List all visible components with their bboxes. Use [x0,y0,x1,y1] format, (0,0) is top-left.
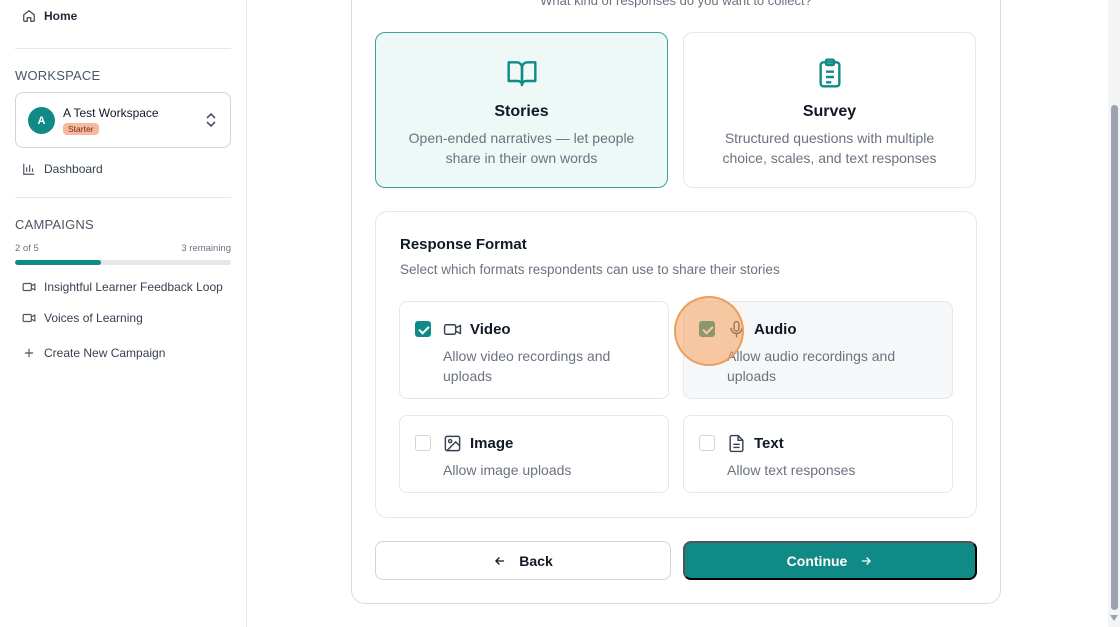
workspace-section-title: WORKSPACE [15,68,101,83]
sidebar-item-label: Dashboard [44,162,103,176]
response-format-title: Response Format [400,236,527,253]
sidebar-item-label: Create New Campaign [44,346,166,360]
sidebar: Home WORKSPACE A A Test Workspace Starte… [0,0,247,627]
book-open-icon [506,61,537,87]
microphone-icon [730,320,743,338]
campaigns-section-title: CAMPAIGNS [15,217,94,232]
home-icon [23,10,35,22]
sidebar-item-label: Insightful Learner Feedback Loop [44,280,223,294]
arrow-right-icon [862,556,872,565]
response-type-survey[interactable]: Survey Structured questions with multipl… [683,32,976,188]
response-type-title: Stories [494,103,549,120]
workspace-avatar: A [28,107,55,134]
format-option-label: Audio [754,321,797,338]
response-type-description: Structured questions with multiple choic… [722,130,937,166]
format-option-video[interactable]: Video Allow video recordings and uploads [399,301,669,399]
sidebar-item-label: Voices of Learning [44,311,143,325]
image-icon [444,435,461,452]
image-checkbox[interactable] [415,435,431,451]
workspace-switcher[interactable]: A A Test Workspace Starter [15,92,231,148]
format-option-description: Allow audio recordings and uploads [727,348,896,384]
plan-badge: Starter [63,123,99,135]
sidebar-item-campaign[interactable]: Insightful Learner Feedback Loop [22,280,223,294]
bar-chart-icon [23,163,35,175]
response-type-stories[interactable]: Stories Open-ended narratives — let peop… [375,32,668,188]
back-button-label: Back [519,552,553,569]
campaign-progress-fill [15,260,102,265]
page-scrollbar[interactable] [1108,0,1120,627]
format-option-label: Image [470,435,514,452]
format-option-text[interactable]: Text Allow text responses [683,415,953,493]
sidebar-divider [15,48,231,49]
video-icon [22,282,36,292]
campaign-progress-bar [15,260,231,265]
format-option-description: Allow video recordings and uploads [443,348,611,384]
sidebar-item-home[interactable]: Home [22,9,77,23]
video-icon [22,313,36,323]
format-option-label: Video [470,321,511,338]
create-campaign-button[interactable]: Create New Campaign [22,346,165,360]
workspace-name: A Test Workspace [63,106,159,120]
arrow-left-icon [495,556,505,565]
clipboard-list-icon [818,58,841,88]
video-icon [443,324,462,335]
video-checkbox[interactable] [415,321,431,337]
response-format-subtitle: Select which formats respondents can use… [400,262,780,277]
campaign-count: 2 of 5 [15,243,39,254]
format-option-image[interactable]: Image Allow image uploads [399,415,669,493]
campaign-remaining: 3 remaining [181,243,231,254]
campaign-progress-meta: 2 of 5 3 remaining [15,243,231,254]
continue-button-label: Continue [786,552,848,569]
response-type-question: What kind of responses do you want to co… [540,0,812,8]
format-option-description: Allow text responses [727,462,856,478]
response-type-title: Survey [802,103,857,120]
back-button[interactable]: Back [375,541,671,580]
format-option-audio[interactable]: Audio Allow audio recordings and uploads [683,301,953,399]
text-checkbox[interactable] [699,435,715,451]
scroll-down-arrow[interactable] [1110,615,1118,621]
file-text-icon [729,434,744,453]
sidebar-divider [15,197,231,198]
format-option-label: Text [754,435,784,452]
continue-button[interactable]: Continue [683,541,977,580]
sidebar-item-campaign[interactable]: Voices of Learning [22,311,143,325]
format-option-description: Allow image uploads [443,462,572,478]
audio-checkbox[interactable] [699,321,715,337]
plus-icon [24,348,34,358]
sidebar-item-dashboard[interactable]: Dashboard [22,162,103,176]
response-type-description: Open-ended narratives — let people share… [408,130,635,166]
sidebar-item-label: Home [44,9,78,23]
scrollbar-thumb[interactable] [1111,105,1118,610]
chevron-up-down-icon [206,112,216,128]
